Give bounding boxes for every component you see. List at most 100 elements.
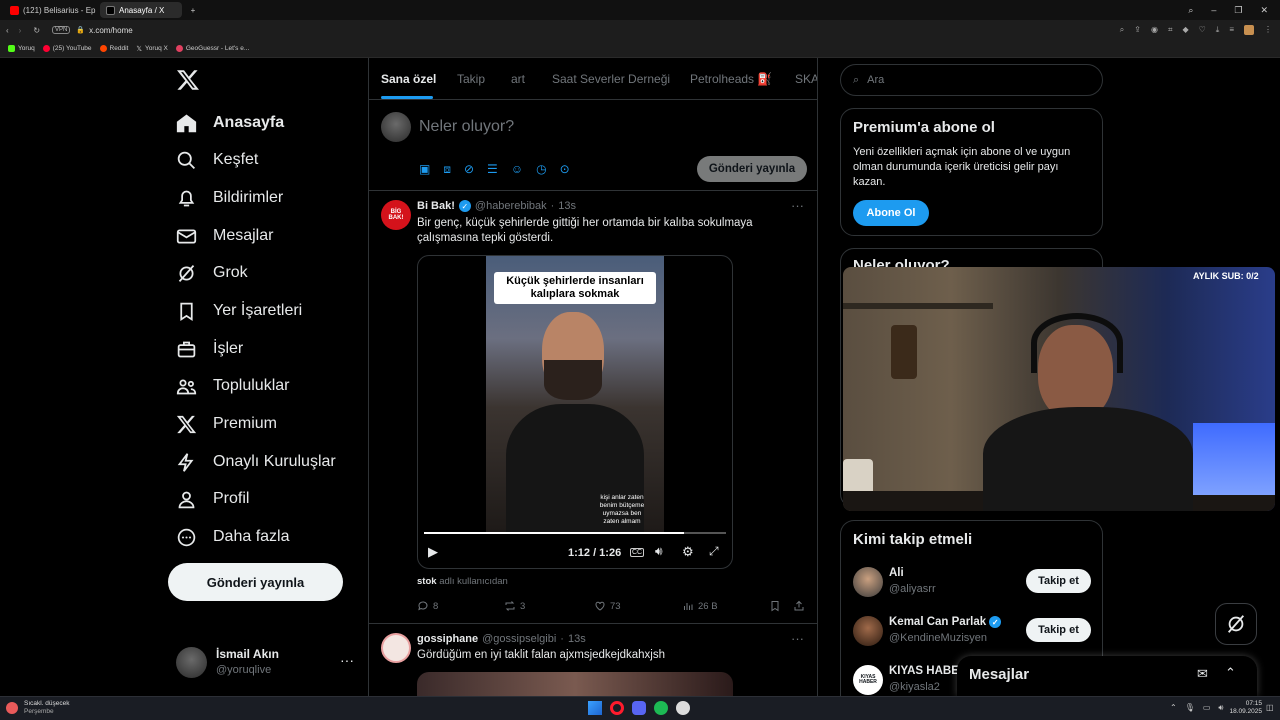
location-icon[interactable]: ⊙ [560, 162, 570, 177]
new-tab-button[interactable]: + [186, 2, 200, 18]
vpn-badge[interactable]: VPN [52, 26, 71, 34]
account-switcher[interactable]: İsmail Akın @yoruqlive ··· [176, 646, 356, 680]
nav-item-jobs[interactable]: İşler [176, 330, 243, 368]
nav-item-grok[interactable]: Grok [176, 254, 248, 292]
more-icon[interactable]: ⋮ [1264, 25, 1272, 35]
discord-icon[interactable] [632, 701, 646, 715]
back-icon[interactable]: ‹ [6, 26, 9, 35]
zoom-icon[interactable]: ⌕ [1120, 25, 1124, 35]
grok-floating-button[interactable] [1215, 603, 1257, 645]
bookmark-button[interactable] [769, 600, 781, 612]
volume-icon[interactable]: 🔊︎ [1218, 703, 1223, 713]
author-handle[interactable]: @haberebibak [475, 200, 547, 212]
new-message-icon[interactable]: ✉ [1197, 666, 1208, 682]
tab-following[interactable]: Takip [457, 72, 485, 86]
weather-widget[interactable]: Sıcakl. düşecek Perşembe [24, 700, 70, 716]
volume-icon[interactable]: 🔊︎ [655, 544, 663, 559]
tab-ska[interactable]: SKA [795, 72, 817, 86]
image-icon[interactable]: ▣ [419, 162, 430, 177]
network-icon[interactable]: ▭ [1203, 703, 1211, 713]
settings-icon[interactable]: ⚙ [682, 544, 694, 560]
restore-icon[interactable]: ❐ [1234, 5, 1242, 16]
nav-item-verified-orgs[interactable]: Onaylı Kuruluşlar [176, 443, 336, 481]
messages-drawer[interactable]: Mesajlar ✉ ⌃ [957, 656, 1257, 696]
opera-icon[interactable] [610, 701, 624, 715]
tab-search-icon[interactable]: ⌕ [1188, 5, 1193, 16]
menu-icon[interactable]: ≡ [1229, 25, 1234, 35]
camera-icon[interactable]: ◉ [1151, 25, 1158, 35]
tray-overflow-icon[interactable]: ⌃ [1170, 703, 1177, 713]
expand-icon[interactable]: ⌃ [1225, 665, 1236, 681]
close-window-icon[interactable]: ✕ [1260, 5, 1268, 16]
poll-icon[interactable]: ☰ [487, 162, 498, 177]
tab-for-you[interactable]: Sana özel [381, 72, 436, 86]
browser-tab-x[interactable]: Anasayfa / X [100, 2, 182, 18]
extension-icon[interactable]: ◆ [1182, 25, 1188, 35]
post-button[interactable]: Gönderi yayınla [168, 563, 343, 601]
code-icon[interactable]: ⌗ [1168, 25, 1173, 35]
fullscreen-icon[interactable]: ⤢ [709, 544, 719, 559]
forward-icon[interactable]: › [19, 26, 22, 35]
share-button[interactable] [793, 600, 805, 612]
captions-icon[interactable]: CC [630, 548, 645, 557]
nav-item-communities[interactable]: Topluluklar [176, 367, 289, 405]
nav-item-more[interactable]: Daha fazla [176, 518, 290, 556]
author-name[interactable]: Bi Bak! [417, 200, 455, 212]
start-icon[interactable] [588, 701, 602, 715]
clock[interactable]: 07:15 18.09.2025 [1226, 700, 1262, 716]
favorite-icon[interactable]: ♡ [1199, 25, 1206, 35]
bookmark-reddit[interactable]: Reddit [99, 45, 128, 52]
bookmark-geoguessr[interactable]: GeoGuessr - Let's e... [175, 45, 249, 52]
reload-icon[interactable]: ↻ [33, 26, 40, 35]
tab-saat-severler[interactable]: Saat Severler Derneği [552, 72, 670, 86]
nav-item-home[interactable]: Anasayfa [176, 104, 284, 142]
tweet-time[interactable]: 13s [568, 633, 586, 645]
tweet-time[interactable]: 13s [558, 200, 576, 212]
url-field[interactable]: x.com/home [89, 26, 133, 35]
author-name[interactable]: gossiphane [417, 633, 478, 645]
nav-item-messages[interactable]: Mesajlar [176, 217, 273, 255]
more-options-icon[interactable]: ··· [340, 652, 354, 668]
obs-icon[interactable] [676, 701, 690, 715]
notification-icon[interactable]: ◫ [1266, 703, 1274, 712]
tab-art[interactable]: art [511, 72, 525, 86]
bookmark-youtube[interactable]: (25) YouTube [42, 45, 92, 52]
emoji-icon[interactable]: ☺ [511, 162, 523, 177]
subscribe-button[interactable]: Abone Ol [853, 200, 929, 226]
play-icon[interactable]: ▶ [428, 544, 438, 560]
minimize-icon[interactable]: – [1211, 5, 1216, 16]
bookmark-yoruq-x[interactable]: 𝕏 Yoruq X [136, 45, 168, 53]
grok-icon[interactable]: ⊘ [464, 162, 474, 177]
tab-petrolheads[interactable]: Petrolheads ⛽ [690, 72, 772, 86]
profile-avatar[interactable] [1244, 25, 1254, 35]
like-button[interactable]: 73 [594, 600, 621, 612]
x-logo-icon[interactable] [176, 68, 200, 92]
spotify-icon[interactable] [654, 701, 668, 715]
schedule-icon[interactable]: ◷ [536, 162, 546, 177]
browser-tab-youtube[interactable]: (121) Belisarius - Epic Byz [4, 2, 96, 18]
search-input[interactable]: ⌕ Ara [840, 64, 1103, 96]
share-icon[interactable]: ⇪ [1134, 25, 1141, 35]
nav-item-explore[interactable]: Keşfet [176, 141, 258, 179]
author-handle[interactable]: @gossipselgibi [482, 633, 556, 645]
nav-item-profile[interactable]: Profil [176, 480, 249, 518]
mic-icon[interactable]: 🎙︎ [1185, 703, 1195, 713]
nav-item-premium[interactable]: Premium [176, 405, 277, 443]
video-player[interactable]: Küçük şehirlerde insanları kalıplara sok… [417, 255, 733, 569]
tweet-menu-icon[interactable]: ··· [791, 631, 804, 646]
tweet-menu-icon[interactable]: ··· [791, 198, 804, 213]
nav-item-notifications[interactable]: Bildirimler [176, 179, 283, 217]
bookmark-yoruq[interactable]: Yoruq [8, 45, 35, 52]
downloads-icon[interactable]: ⤓ [1216, 25, 1220, 35]
composer-post-button[interactable]: Gönderi yayınla [697, 156, 807, 182]
composer-input[interactable]: Neler oluyor? [419, 118, 514, 136]
repost-button[interactable]: 3 [504, 600, 525, 612]
window-controls[interactable]: ⌕ – ❐ ✕ [1188, 5, 1268, 16]
reply-button[interactable]: 8 [417, 600, 438, 612]
gif-icon[interactable]: ⧈ [443, 162, 451, 177]
follow-button[interactable]: Takip et [1026, 569, 1091, 593]
views-button[interactable]: 26 B [682, 600, 718, 612]
tweet-media[interactable] [417, 672, 733, 696]
follow-button[interactable]: Takip et [1026, 618, 1091, 642]
nav-item-bookmarks[interactable]: Yer İşaretleri [176, 292, 302, 330]
